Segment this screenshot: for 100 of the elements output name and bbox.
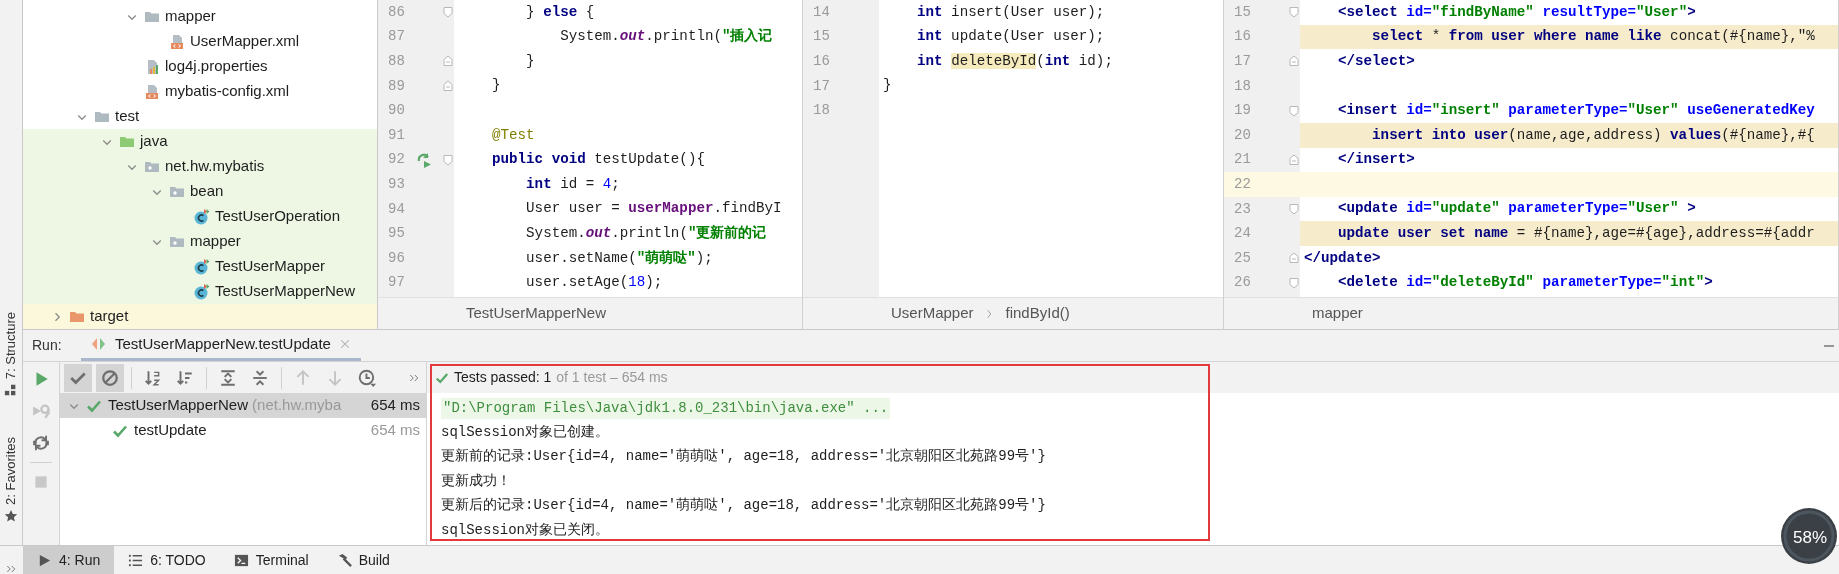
line-number: 23 (1233, 199, 1252, 219)
code-line: } (883, 76, 892, 96)
line-number: 22 (1233, 174, 1252, 194)
tool-window-button[interactable]: 4: Run (23, 546, 115, 574)
show-ignored-button[interactable] (96, 363, 124, 392)
meter-gauge (1781, 508, 1837, 564)
code-line: <update id="update" parameterType="User" > (1337, 199, 1696, 219)
fold-marker-icon[interactable] (1288, 276, 1300, 289)
class-icon (194, 283, 210, 300)
code-line: </select> (1337, 51, 1415, 71)
run-config-icon (91, 336, 107, 352)
next-icon (326, 368, 344, 387)
fold-marker-icon[interactable] (1288, 252, 1300, 265)
fold-marker-icon[interactable] (442, 55, 454, 68)
expand-all-icon (219, 368, 237, 387)
xml-file-icon (169, 33, 185, 50)
console-line: 更新前的记录:User{id=4, name='萌萌哒', age=18, address='北京朝阳区北苑路99号'} (441, 447, 1046, 467)
code-line: int id = 4; (525, 174, 620, 194)
line-number: 19 (1233, 101, 1252, 121)
fold-marker-icon[interactable] (442, 80, 454, 93)
code-line: System.out.println("插入记 (559, 27, 773, 47)
tree-item[interactable]: target (90, 305, 129, 328)
code-line: </update> (1304, 248, 1381, 268)
collapse-all-icon (251, 368, 269, 387)
line-number: 95 (387, 224, 406, 244)
code-line: public void testUpdate(){ (491, 150, 705, 170)
tool-window-tab[interactable]: 7: Structure (1, 312, 21, 380)
test-name: TestUserMapperNew (108, 395, 249, 416)
play-icon (37, 552, 52, 568)
xml-file-icon (144, 83, 160, 100)
line-number: 18 (812, 101, 831, 121)
previous-icon (294, 368, 312, 387)
tool-window-tab[interactable]: 2: Favorites (1, 437, 21, 506)
star-icon (4, 509, 18, 524)
console-line: sqlSession对象已关闭。 (441, 520, 609, 540)
breadcrumb[interactable]: mapper (1312, 302, 1363, 325)
code-line: <delete id="deleteById" parameterType="int"> (1337, 273, 1713, 293)
tree-item[interactable]: test (115, 105, 140, 128)
test-row[interactable]: testUpdate 654 ms (60, 418, 426, 443)
line-number: 89 (387, 76, 406, 96)
tree-item[interactable]: UserMapper.xml (190, 30, 300, 53)
code-line: user.setAge(18); (525, 273, 663, 293)
tool-window-button[interactable]: Build (322, 546, 404, 574)
fold-marker-icon[interactable] (442, 153, 454, 166)
tree-item[interactable]: mapper (190, 230, 241, 253)
sort-alpha-icon (144, 368, 162, 387)
code-line: System.out.println("更新前的记 (525, 224, 767, 243)
tree-item[interactable]: java (140, 130, 168, 153)
code-line: @Test (491, 125, 535, 145)
tree-item[interactable]: mapper (165, 5, 216, 28)
code-line: int insert(User user); (916, 2, 1105, 22)
line-number: 20 (1233, 125, 1252, 145)
fold-marker-icon[interactable] (1288, 153, 1300, 166)
code-line: <select id="findByName" resultType="User"> (1337, 2, 1696, 22)
meter-reading: 58% (1792, 527, 1828, 549)
fold-marker-icon[interactable] (1288, 104, 1300, 117)
line-number: 17 (812, 76, 831, 96)
line-number: 15 (812, 27, 831, 47)
code-line: select * from user where name like concat(#{name},"% (1371, 27, 1815, 47)
list-icon (128, 552, 144, 568)
line-number: 25 (1233, 248, 1252, 268)
run-tab[interactable]: TestUserMapperNew.testUpdate (81, 330, 361, 361)
code-line: int update(User user); (916, 27, 1105, 47)
breadcrumb[interactable]: findById() (1005, 302, 1070, 325)
tool-window-button[interactable]: 6: TODO (114, 546, 220, 574)
class-icon (194, 258, 210, 275)
line-number: 94 (387, 199, 406, 219)
terminal-icon (233, 552, 249, 568)
run-icon[interactable] (416, 151, 432, 168)
tree-item[interactable]: log4j.properties (165, 55, 268, 78)
code-line: } (491, 76, 501, 96)
line-number: 87 (387, 27, 406, 47)
fold-marker-icon[interactable] (1288, 55, 1300, 68)
line-number: 16 (812, 52, 831, 71)
line-number: 14 (812, 2, 831, 22)
tree-item[interactable]: bean (190, 180, 224, 203)
line-number: 15 (1233, 2, 1252, 22)
line-number: 17 (1233, 52, 1252, 71)
panel-title: Run: (31, 336, 63, 355)
line-number: 91 (387, 125, 406, 145)
close-icon (338, 338, 351, 350)
fold-marker-icon[interactable] (442, 6, 454, 19)
tree-item[interactable]: mybatis-config.xml (165, 80, 290, 103)
history-icon (358, 368, 376, 387)
code-line: update user set name = #{name},age=#{age},address=#{addr (1337, 224, 1815, 243)
tool-window-button[interactable]: Terminal (219, 546, 323, 574)
show-ignored-icon (101, 368, 119, 387)
test-summary: Tests passed: 1 (454, 368, 552, 387)
console-line: 更新后的记录:User{id=4, name='萌萌哒', age=18, address='北京朝阳区北苑路99号'} (441, 496, 1046, 516)
show-passed-button[interactable] (64, 363, 92, 392)
line-number: 90 (387, 101, 406, 121)
test-row[interactable]: TestUserMapperNew (net.hw.myba 654 ms (60, 393, 426, 418)
fold-marker-icon[interactable] (1288, 203, 1300, 216)
line-number: 16 (1233, 27, 1252, 47)
code-line: User user = userMapper.findByI (525, 199, 782, 219)
line-number: 18 (1233, 76, 1252, 96)
fold-marker-icon[interactable] (1288, 6, 1300, 19)
stop-icon (32, 473, 50, 491)
breadcrumb[interactable]: UserMapper (891, 302, 974, 325)
class-icon (194, 208, 210, 225)
